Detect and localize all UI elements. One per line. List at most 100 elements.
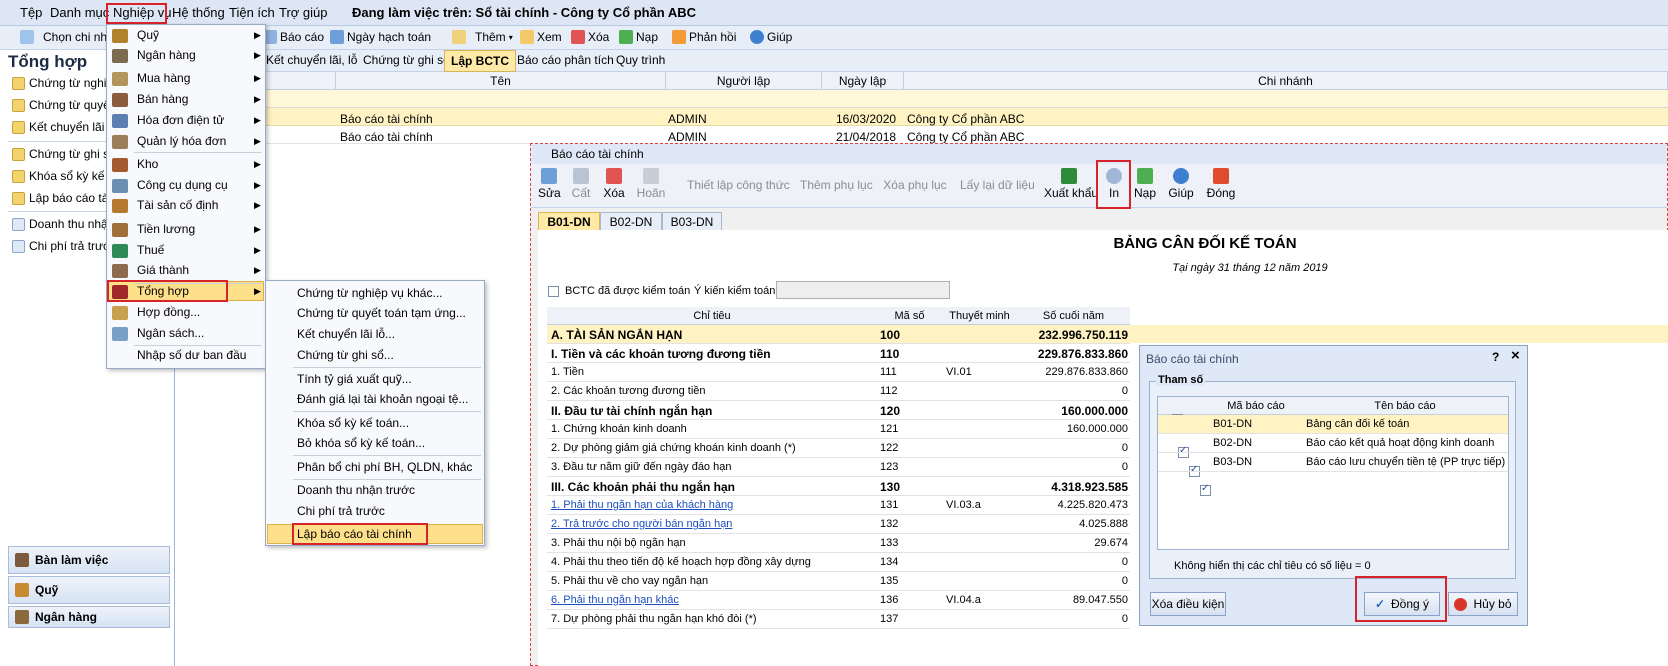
accounting-date-button[interactable]: Ngày hạch toán	[330, 30, 431, 44]
menu-item[interactable]: Giá thành	[137, 263, 189, 277]
clear-conditions-button[interactable]: Xóa điều kiện	[1150, 592, 1226, 616]
close-report-button[interactable]: Đóng	[1206, 168, 1236, 200]
row-checkbox[interactable]	[1200, 483, 1211, 496]
undo-button[interactable]: Hoãn	[636, 168, 666, 200]
tab-process[interactable]: Quy trình	[616, 53, 665, 67]
branch-button[interactable]: Chọn chi nh	[20, 30, 107, 44]
menu-item[interactable]: Tiền lương	[137, 222, 195, 236]
left-bottom-bank[interactable]: Ngân hàng	[8, 606, 170, 628]
col-header-name[interactable]: Tên	[336, 72, 666, 90]
menu-item[interactable]: Mua hàng	[137, 71, 190, 85]
menu-item[interactable]: Bán hàng	[137, 92, 188, 106]
save-button[interactable]: Cất	[570, 168, 592, 200]
add-button[interactable]: Thêm ▾	[452, 30, 513, 44]
delete-button[interactable]: Xóa	[571, 30, 609, 44]
menu-item-icon	[112, 264, 128, 278]
menu-item[interactable]: Hợp đồng...	[137, 305, 200, 319]
report-row-code: 110	[880, 347, 900, 361]
menu-item[interactable]: Nhập số dư ban đầu	[137, 348, 246, 362]
submenu-item[interactable]: Bỏ khóa sổ kỳ kế toán...	[297, 436, 425, 450]
view-button[interactable]: Xem	[520, 30, 562, 44]
col-year-end[interactable]: Số cuối năm	[1017, 310, 1130, 322]
dlg-col-code[interactable]: Mã báo cáo	[1210, 400, 1302, 412]
remove-appendix-button[interactable]: Xóa phụ lục	[883, 178, 947, 192]
help-button[interactable]: Giúp	[750, 30, 792, 44]
help-icon	[1173, 168, 1189, 184]
col-header-creator[interactable]: Người lập	[666, 72, 822, 90]
dialog-title: Báo cáo tài chính	[1146, 352, 1239, 366]
report-row-value: 4.025.888	[1079, 518, 1128, 530]
left-bottom-desk[interactable]: Bàn làm việc	[8, 546, 170, 574]
menu-item-icon	[112, 29, 128, 43]
delete-report-button[interactable]: Xóa	[602, 168, 626, 200]
reload-button[interactable]: Nạp	[619, 30, 658, 44]
filter-row[interactable]	[176, 90, 1668, 108]
menu-item[interactable]: Kho	[137, 157, 158, 171]
tab-b02[interactable]: B02-DN	[600, 212, 662, 231]
submenu-item[interactable]: Tính tỷ giá xuất quỹ...	[297, 372, 412, 386]
reload-data-button[interactable]: Lấy lại dữ liệu	[960, 178, 1035, 192]
mail-icon	[672, 30, 686, 44]
tab-financial-report[interactable]: Lập BCTC	[444, 50, 516, 72]
menu-item[interactable]: Quản lý hóa đơn	[137, 134, 226, 148]
submenu-item[interactable]: Chứng từ nghiệp vụ khác...	[297, 286, 442, 300]
menu-catalog[interactable]: Danh mục	[50, 5, 109, 20]
cancel-icon	[1454, 597, 1468, 611]
col-code[interactable]: Mã số	[877, 310, 942, 322]
submenu-item[interactable]: Đánh giá lại tài khoản ngoại tệ...	[297, 392, 468, 406]
menu-help[interactable]: Trợ giúp	[279, 5, 328, 20]
menu-item[interactable]: Hóa đơn điện tử	[137, 113, 224, 127]
menu-item[interactable]: Ngân hàng	[137, 48, 196, 62]
dialog-help-icon[interactable]: ?	[1492, 350, 1499, 364]
submenu-item[interactable]: Doanh thu nhận trước	[297, 483, 415, 497]
export-button[interactable]: Xuất khẩu	[1044, 168, 1098, 200]
report-row-name[interactable]: 1. Phải thu ngắn hạn của khách hàng	[551, 499, 873, 511]
submenu-item[interactable]: Chứng từ ghi sổ...	[297, 348, 394, 362]
menu-bar: Tệp Danh mục Nghiệp vụ Hệ thống Tiện ích…	[0, 0, 1668, 26]
menu-utilities[interactable]: Tiện ích	[229, 5, 275, 20]
menu-item[interactable]: Quỹ	[137, 28, 159, 42]
lock-icon	[12, 169, 25, 183]
dialog-close-icon[interactable]: ×	[1511, 347, 1520, 364]
report-row-name[interactable]: 6. Phải thu ngắn hạn khác	[551, 594, 873, 606]
tab-b01[interactable]: B01-DN	[538, 212, 600, 231]
feedback-button[interactable]: Phản hồi	[672, 30, 736, 44]
submenu-item[interactable]: Kết chuyển lãi lỗ...	[297, 327, 395, 341]
reload-report-button[interactable]: Nạp	[1133, 168, 1157, 200]
submenu-item[interactable]: Phân bổ chi phí BH, QLDN, khác	[297, 460, 472, 474]
tab-analysis-report[interactable]: Báo cáo phân tích	[517, 53, 614, 67]
menu-system[interactable]: Hệ thống	[172, 5, 225, 20]
report-row-name[interactable]: 2. Trả trước cho người bán ngắn hạn	[551, 518, 873, 530]
tab-carry-forward[interactable]: Kết chuyển lãi, lỗ	[266, 53, 357, 67]
reload-icon	[1137, 168, 1153, 184]
menu-item[interactable]: Công cụ dụng cụ	[137, 178, 228, 192]
dialog-row-code: B02-DN	[1213, 437, 1253, 449]
submenu-item[interactable]: Chi phí trả trước	[297, 504, 385, 518]
tab-b03[interactable]: B03-DN	[662, 212, 722, 231]
row-branch: Công ty Cổ phần ABC	[907, 130, 1025, 144]
menu-item[interactable]: Thuế	[137, 243, 164, 257]
submenu-item[interactable]: Chứng từ quyết toán tạm ứng...	[297, 306, 466, 320]
menu-item[interactable]: Tài sản cố định	[137, 198, 218, 212]
left-bottom-cash[interactable]: Quỹ	[8, 576, 170, 604]
col-header-branch[interactable]: Chi nhánh	[904, 72, 1668, 90]
col-header-date[interactable]: Ngày lập	[822, 72, 904, 90]
audit-opinion-input[interactable]	[776, 281, 950, 299]
tab-record-voucher[interactable]: Chứng từ ghi sổ	[363, 53, 450, 67]
report-button[interactable]: Báo cáo	[263, 30, 324, 44]
folder-icon	[12, 147, 25, 161]
col-note[interactable]: Thuyết minh	[942, 310, 1017, 322]
report-row-code: 120	[880, 404, 901, 418]
menu-file[interactable]: Tệp	[20, 5, 42, 20]
menu-item[interactable]: Ngân sách...	[137, 326, 204, 340]
submenu-item[interactable]: Khóa sổ kỳ kế toán...	[297, 416, 409, 430]
cancel-button[interactable]: Hủy bỏ	[1448, 592, 1518, 616]
add-appendix-button[interactable]: Thêm phụ lục	[800, 178, 873, 192]
report-row-name: 1. Tiền	[551, 366, 585, 378]
help-report-button[interactable]: Giúp	[1168, 168, 1194, 200]
audited-checkbox[interactable]	[548, 286, 559, 297]
col-indicator[interactable]: Chỉ tiêu	[547, 310, 877, 322]
dlg-col-name[interactable]: Tên báo cáo	[1302, 400, 1508, 412]
setup-formula-button[interactable]: Thiết lập công thức	[687, 178, 790, 192]
edit-button[interactable]: Sửa	[538, 168, 561, 200]
